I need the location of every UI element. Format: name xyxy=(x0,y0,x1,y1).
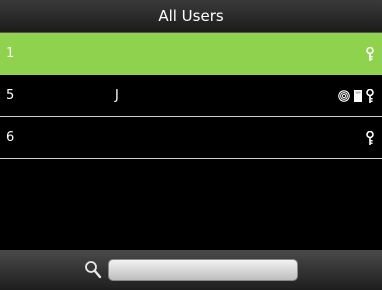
verification-icons xyxy=(366,117,374,159)
user-list: 1 5 J 6 xyxy=(0,33,382,159)
user-id: 1 xyxy=(6,46,15,61)
key-icon xyxy=(366,131,374,145)
key-icon xyxy=(366,89,374,103)
fingerprint-icon xyxy=(338,90,350,102)
user-row-5[interactable]: 5 J xyxy=(0,75,382,117)
search-bar xyxy=(0,250,382,290)
key-icon xyxy=(366,47,374,61)
verification-icons xyxy=(338,75,374,117)
user-id: 6 xyxy=(6,130,15,145)
user-row-6[interactable]: 6 xyxy=(0,117,382,159)
user-row-1[interactable]: 1 xyxy=(0,33,382,75)
verification-icons xyxy=(366,33,374,75)
page-title-text: All Users xyxy=(158,7,224,25)
user-id: 5 xyxy=(6,88,15,103)
card-icon xyxy=(354,90,362,102)
user-name: J xyxy=(115,88,119,103)
search-input[interactable] xyxy=(108,259,298,281)
page-title: All Users xyxy=(0,0,382,33)
user-list-screen: All Users 1 5 J 6 xyxy=(0,0,382,290)
search-icon[interactable] xyxy=(84,260,102,284)
